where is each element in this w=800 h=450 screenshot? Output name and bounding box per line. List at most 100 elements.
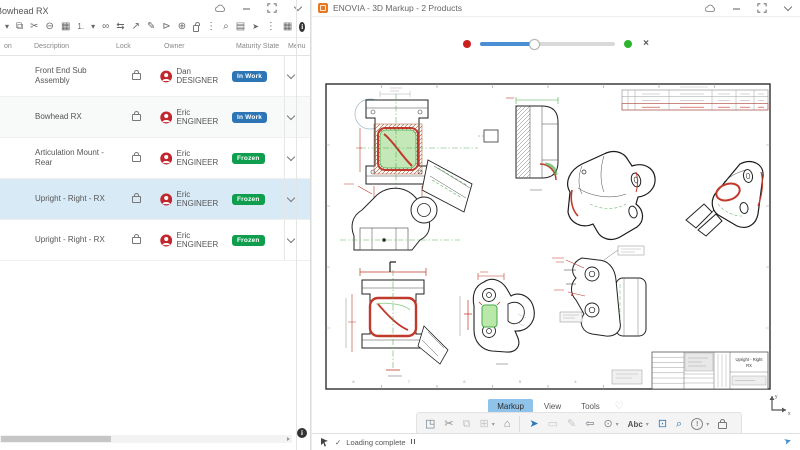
globe-icon[interactable]: ⊖	[46, 22, 54, 32]
more-2-icon[interactable]: ⋮	[266, 22, 276, 32]
issue-tool-icon[interactable]: !	[691, 418, 703, 430]
circle-tool-caret-icon[interactable]: ▾	[616, 421, 619, 428]
avatar	[160, 234, 172, 247]
collapse-chevron-icon[interactable]	[292, 2, 304, 14]
rectangle-tool-icon[interactable]: ▭	[548, 419, 558, 430]
capture-tool-icon[interactable]: ⊡	[658, 419, 667, 430]
lock-tool-icon[interactable]	[718, 422, 727, 429]
svg-text:x: x	[788, 411, 791, 417]
minimize-icon[interactable]	[730, 2, 742, 14]
table-row-selected[interactable]: Upright - Right - RX Eric ENGINEER Froze…	[0, 179, 310, 220]
tab-view[interactable]: View	[535, 399, 570, 413]
favorite-heart-icon[interactable]: ♡	[615, 401, 624, 412]
revision-table	[622, 87, 768, 110]
column-header-truncated[interactable]: on	[0, 43, 30, 50]
paste-caret-icon[interactable]: ▾	[492, 421, 495, 428]
cloud-icon[interactable]	[214, 2, 226, 14]
table-header: on Description Lock Owner Maturity State…	[0, 37, 310, 56]
issue-tool-caret-icon[interactable]: ▾	[706, 421, 709, 428]
circle-tool-icon[interactable]: ⊙	[603, 419, 612, 430]
drawing-canvas[interactable]: 8 7 6 5 4 3 2 1	[320, 64, 780, 394]
home-icon[interactable]: ⌂	[504, 419, 511, 430]
left-toolbar: ▾ ⧉ ✂ ⊖ ▦ 1. ▾ ∞ ⇆ ↗ ✎ ⊳ ⊕ ⋮ ⌕ ▤ ➤ ⋮ ▦ i	[0, 16, 310, 37]
row-menu-chevron[interactable]	[284, 138, 296, 178]
assign-icon[interactable]: ⊕	[178, 22, 186, 32]
markup-pointer-icon[interactable]: ➤	[529, 419, 538, 430]
maximize-icon[interactable]	[266, 2, 278, 14]
pause-icon[interactable]: II	[411, 439, 417, 446]
text-tool-caret-icon[interactable]: ▾	[646, 421, 649, 428]
minimize-icon[interactable]	[240, 2, 252, 14]
row-menu-chevron[interactable]	[284, 97, 296, 137]
row-lock[interactable]	[112, 193, 160, 205]
column-header-owner[interactable]: Owner	[160, 43, 232, 50]
lock-icon	[132, 155, 141, 162]
column-header-maturity[interactable]: Maturity State	[232, 43, 284, 50]
tab-markup[interactable]: Markup	[488, 399, 533, 413]
arrow-back-icon[interactable]: ⇦	[585, 419, 594, 430]
layers-icon[interactable]: ▤	[236, 22, 245, 32]
viewer-tabs: Markup View Tools ♡	[312, 399, 800, 413]
numbering-icon[interactable]: 1.	[77, 22, 84, 32]
row-lock[interactable]	[112, 111, 160, 123]
status-blue-arrow-icon[interactable]: ➤	[783, 435, 793, 448]
row-lock[interactable]	[112, 70, 160, 82]
select-stamp-icon[interactable]: ◳	[425, 419, 435, 430]
panel-info-icon[interactable]: i	[297, 428, 307, 438]
more-icon[interactable]: ⋮	[206, 22, 216, 32]
paste-icon[interactable]: ⊞	[479, 419, 488, 430]
image-grid-icon[interactable]: ▦	[61, 22, 70, 32]
row-lock[interactable]	[112, 234, 160, 246]
magnifier-tool-icon[interactable]: ⌕	[676, 419, 682, 430]
status-badge: Frozen	[232, 235, 265, 246]
copy-icon[interactable]: ⧉	[463, 419, 471, 430]
attach-icon[interactable]: ✎	[147, 22, 155, 32]
cloud-icon[interactable]	[704, 2, 716, 14]
row-menu-chevron[interactable]	[284, 179, 296, 219]
status-badge: Frozen	[232, 153, 265, 164]
table-icon[interactable]: ▦	[283, 22, 292, 32]
copy-icon[interactable]: ⧉	[16, 22, 23, 32]
row-owner: Eric ENGINEER	[176, 108, 232, 126]
search-icon[interactable]: ⌕	[223, 22, 229, 32]
scroll-right-arrow[interactable]	[287, 437, 290, 441]
column-header-lock[interactable]: Lock	[112, 43, 160, 50]
slider-track[interactable]	[480, 42, 615, 46]
column-header-menu[interactable]: Menu	[284, 43, 296, 50]
status-bar: ✓ Loading complete II ➤	[312, 433, 800, 450]
cut-icon[interactable]: ✂	[444, 419, 453, 430]
note-tool-icon[interactable]: ✎	[567, 419, 576, 430]
table-row[interactable]: Upright - Right - RX Eric ENGINEER Froze…	[0, 220, 310, 261]
table-row[interactable]: Articulation Mount - Rear Eric ENGINEER …	[0, 138, 310, 179]
row-lock[interactable]	[112, 152, 160, 164]
scrollbar-thumb[interactable]	[1, 436, 111, 442]
table-row[interactable]: Bowhead RX Eric ENGINEER In Work	[0, 97, 310, 138]
maximize-icon[interactable]	[756, 2, 768, 14]
column-header-description[interactable]: Description	[30, 43, 112, 50]
parts-table-window: Bowhead RX ▾ ⧉ ✂ ⊖ ▦ 1. ▾ ∞ ⇆ ↗ ✎ ⊳ ⊕ ⋮	[0, 0, 311, 450]
slider-close-icon[interactable]: ×	[643, 38, 649, 49]
markup-compare-slider: ×	[312, 38, 800, 49]
text-tool-icon[interactable]: Abc	[628, 419, 643, 430]
cut-icon[interactable]: ✂	[30, 22, 38, 32]
select-arrow-icon[interactable]: ➤	[252, 22, 259, 32]
status-badge: Frozen	[232, 194, 265, 205]
compare-icon[interactable]: ⇆	[116, 22, 124, 32]
slider-red-dot	[463, 40, 471, 48]
collapse-chevron-icon[interactable]	[782, 2, 794, 14]
info-icon[interactable]: i	[299, 22, 305, 32]
slider-handle[interactable]	[529, 39, 540, 50]
numbering-caret-icon[interactable]: ▾	[91, 22, 95, 32]
horizontal-scrollbar[interactable]	[0, 435, 292, 443]
lock-icon[interactable]	[193, 25, 199, 32]
share-icon[interactable]: ↗	[132, 22, 140, 32]
link-icon[interactable]: ∞	[102, 22, 109, 32]
import-icon[interactable]: ⊳	[162, 22, 170, 32]
tab-tools[interactable]: Tools	[572, 399, 609, 413]
dropdown-caret-icon[interactable]: ▾	[5, 22, 9, 32]
row-menu-chevron[interactable]	[284, 220, 296, 260]
avatar	[160, 193, 172, 206]
slider-green-dot	[624, 40, 632, 48]
table-row[interactable]: Front End Sub Assembly Dan DESIGNER In W…	[0, 56, 310, 97]
row-menu-chevron[interactable]	[284, 56, 296, 96]
